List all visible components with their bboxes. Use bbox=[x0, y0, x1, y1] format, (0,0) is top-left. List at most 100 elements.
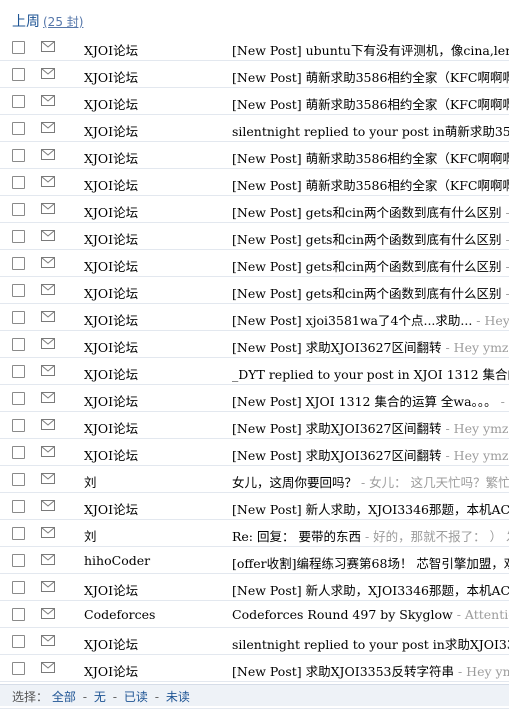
mail-sender[interactable]: XJOI论坛 bbox=[84, 661, 138, 680]
mail-row[interactable]: XJOI论坛[New Post] 求助XJOI3627区间翻转 - Hey ym… bbox=[0, 439, 509, 466]
mail-subject[interactable]: [New Post] gets和cin两个函数到底有什么区别 bbox=[232, 205, 502, 220]
mail-subject-cell[interactable]: [New Post] 求助XJOI3627区间翻转 - Hey ymz!Capt… bbox=[232, 337, 509, 356]
mail-subject-cell[interactable]: [New Post] xjoi3581wa了4个点...求助... - Hey … bbox=[232, 310, 509, 329]
mail-subject[interactable]: [New Post] gets和cin两个函数到底有什么区别 bbox=[232, 259, 502, 274]
mail-sender[interactable]: XJOI论坛 bbox=[84, 634, 138, 653]
select-none-link[interactable]: 无 bbox=[94, 690, 106, 704]
mail-row[interactable]: XJOI论坛 silentnight replied to your post i… bbox=[0, 115, 509, 142]
row-checkbox[interactable] bbox=[12, 419, 25, 432]
mail-subject-cell[interactable]: Codeforces Round 497 by Skyglow - Attent… bbox=[232, 607, 509, 622]
mail-row[interactable]: XJOI论坛 [New Post] 萌新求助3586相约全家（KFC啊啊啊）我的 bbox=[0, 169, 509, 196]
group-count[interactable]: (25 封) bbox=[43, 15, 83, 29]
mail-sender[interactable]: hihoCoder bbox=[84, 553, 150, 568]
row-checkbox[interactable] bbox=[12, 554, 25, 567]
mail-sender[interactable]: XJOI论坛 bbox=[84, 175, 138, 194]
mail-sender[interactable]: XJOI论坛 bbox=[84, 202, 138, 221]
mail-subject-cell[interactable]: Re: 回复： 要带的东西 - 好的，那就不报了： ） 发自 bbox=[232, 526, 509, 545]
row-checkbox[interactable] bbox=[12, 257, 25, 270]
select-read-link[interactable]: 已读 bbox=[124, 690, 148, 704]
mail-subject[interactable]: [New Post] gets和cin两个函数到底有什么区别 bbox=[232, 286, 502, 301]
mail-subject[interactable]: [offer收割]编程练习赛第68场！ 芯智引擎加盟，欢迎大 bbox=[232, 556, 509, 571]
mail-row[interactable]: XJOI论坛 [New Post] XJOI 1312 集合的运算 全wa。。。 … bbox=[0, 385, 509, 412]
select-unread-link[interactable]: 未读 bbox=[166, 690, 190, 704]
mail-row[interactable]: XJOI论坛 [New Post] 萌新求助3586相约全家（KFC啊啊啊）我的 bbox=[0, 142, 509, 169]
row-checkbox[interactable] bbox=[12, 122, 25, 135]
mail-subject[interactable]: Re: 回复： 要带的东西 bbox=[232, 529, 361, 544]
row-checkbox[interactable] bbox=[12, 230, 25, 243]
mail-row[interactable]: XJOI论坛 [New Post] 萌新求助3586相约全家（KFC啊啊啊）我的 bbox=[0, 88, 509, 115]
mail-subject-cell[interactable]: silentnight replied to your post in萌新求助3… bbox=[232, 121, 509, 140]
mail-row[interactable]: XJOI论坛 [New Post] 新人求助，XJOI3346那题，本机AC提交W bbox=[0, 574, 509, 601]
row-checkbox[interactable] bbox=[12, 311, 25, 324]
mail-row[interactable]: hihoCoder [offer收割]编程练习赛第68场！ 芯智引擎加盟，欢迎大 bbox=[0, 547, 509, 574]
mail-subject-cell[interactable]: _DYT replied to your post in XJOI 1312 集… bbox=[232, 364, 509, 383]
mail-sender[interactable]: XJOI论坛 bbox=[84, 580, 138, 599]
mail-sender[interactable]: XJOI论坛 bbox=[84, 229, 138, 248]
mail-subject[interactable]: [New Post] 求助XJOI3627区间翻转 bbox=[232, 421, 442, 436]
mail-sender[interactable]: XJOI论坛 bbox=[84, 148, 138, 167]
mail-sender[interactable]: XJOI论坛 bbox=[84, 121, 138, 140]
mail-subject-cell[interactable]: [New Post] gets和cin两个函数到底有什么区别 - Hey ym bbox=[232, 283, 509, 302]
mail-subject[interactable]: [New Post] gets和cin两个函数到底有什么区别 bbox=[232, 232, 502, 247]
mail-subject[interactable]: [New Post] ubuntu下有没有评测机，像cina,lemon那样 bbox=[232, 43, 509, 58]
mail-sender[interactable]: XJOI论坛 bbox=[84, 67, 138, 86]
mail-row[interactable]: CodeforcesCodeforces Round 497 by Skyglo… bbox=[0, 601, 509, 628]
mail-row[interactable]: XJOI论坛 [New Post] gets和cin两个函数到底有什么区别 - H… bbox=[0, 277, 509, 304]
mail-subject[interactable]: [New Post] 萌新求助3586相约全家（KFC啊啊啊）我的 bbox=[232, 178, 509, 193]
row-checkbox[interactable] bbox=[12, 500, 25, 513]
mail-sender[interactable]: XJOI论坛 bbox=[84, 310, 138, 329]
row-checkbox[interactable] bbox=[12, 581, 25, 594]
row-checkbox[interactable] bbox=[12, 176, 25, 189]
mail-row[interactable]: XJOI论坛[New Post] 新人求助，XJOI3346那题，本机AC提交W bbox=[0, 493, 509, 520]
mail-row[interactable]: XJOI论坛 [New Post] gets和cin两个函数到底有什么区别 - H… bbox=[0, 250, 509, 277]
mail-subject-cell[interactable]: [offer收割]编程练习赛第68场！ 芯智引擎加盟，欢迎大 bbox=[232, 553, 509, 572]
mail-subject-cell[interactable]: [New Post] gets和cin两个函数到底有什么区别 - Hey ym bbox=[232, 229, 509, 248]
mail-subject[interactable]: _DYT replied to your post in XJOI 1312 集… bbox=[232, 367, 509, 382]
mail-subject-cell[interactable]: [New Post] gets和cin两个函数到底有什么区别 - Hey ym bbox=[232, 202, 509, 221]
row-checkbox[interactable] bbox=[12, 365, 25, 378]
mail-row[interactable]: XJOI论坛 [New Post] gets和cin两个函数到底有什么区别 - H… bbox=[0, 223, 509, 250]
mail-subject-cell[interactable]: [New Post] 萌新求助3586相约全家（KFC啊啊啊）我的 bbox=[232, 175, 509, 194]
mail-row[interactable]: XJOI论坛silentnight replied to your post i… bbox=[0, 628, 509, 655]
mail-row[interactable]: XJOI论坛[New Post] 求助XJOI3353反转字符串 - Hey y… bbox=[0, 655, 509, 682]
row-checkbox[interactable] bbox=[12, 95, 25, 108]
mail-sender[interactable]: XJOI论坛 bbox=[84, 256, 138, 275]
mail-sender[interactable]: XJOI论坛 bbox=[84, 94, 138, 113]
mail-row[interactable]: XJOI论坛[New Post] 求助XJOI3627区间翻转 - Hey ym… bbox=[0, 412, 509, 439]
mail-subject[interactable]: silentnight replied to your post in萌新求助3… bbox=[232, 124, 509, 139]
mail-subject-cell[interactable]: 女儿，这周你要回吗？ - 女儿： 这几天忙吗？繁忙的 bbox=[232, 472, 509, 491]
mail-subject[interactable]: [New Post] 萌新求助3586相约全家（KFC啊啊啊）我的 bbox=[232, 151, 509, 166]
row-checkbox[interactable] bbox=[12, 635, 25, 648]
mail-row[interactable]: 刘Re: 回复： 要带的东西 - 好的，那就不报了： ） 发自 bbox=[0, 520, 509, 547]
select-all-link[interactable]: 全部 bbox=[52, 690, 76, 704]
mail-sender[interactable]: XJOI论坛 bbox=[84, 337, 138, 356]
row-checkbox[interactable] bbox=[12, 662, 25, 675]
mail-subject[interactable]: 女儿，这周你要回吗？ bbox=[232, 475, 357, 490]
mail-subject-cell[interactable]: [New Post] 萌新求助3586相约全家（KFC啊啊啊）我的 bbox=[232, 67, 509, 86]
mail-sender[interactable]: XJOI论坛 bbox=[84, 283, 138, 302]
row-checkbox[interactable] bbox=[12, 446, 25, 459]
mail-sender[interactable]: XJOI论坛 bbox=[84, 391, 138, 410]
mail-subject-cell[interactable]: [New Post] 新人求助，XJOI3346那题，本机AC提交W bbox=[232, 580, 509, 599]
mail-subject-cell[interactable]: [New Post] 萌新求助3586相约全家（KFC啊啊啊）我的 bbox=[232, 94, 509, 113]
row-checkbox[interactable] bbox=[12, 41, 25, 54]
mail-row[interactable]: XJOI论坛 [New Post] 求助XJOI3627区间翻转 - Hey ym… bbox=[0, 331, 509, 358]
mail-subject-cell[interactable]: [New Post] 求助XJOI3627区间翻转 - Hey ymz!KCAH… bbox=[232, 418, 509, 437]
row-checkbox[interactable] bbox=[12, 338, 25, 351]
row-checkbox[interactable] bbox=[12, 527, 25, 540]
mail-subject-cell[interactable]: [New Post] XJOI 1312 集合的运算 全wa。。。 - Hey … bbox=[232, 391, 509, 410]
mail-subject-cell[interactable]: [New Post] ubuntu下有没有评测机，像cina,lemon那样 bbox=[232, 40, 509, 59]
group-title[interactable]: 上周(25 封) bbox=[12, 11, 83, 31]
mail-subject[interactable]: [New Post] 新人求助，XJOI3346那题，本机AC提交W bbox=[232, 583, 509, 598]
mail-subject-cell[interactable]: [New Post] gets和cin两个函数到底有什么区别 - Hey ym bbox=[232, 256, 509, 275]
mail-row[interactable]: XJOI论坛 [New Post] gets和cin两个函数到底有什么区别 - H… bbox=[0, 196, 509, 223]
row-checkbox[interactable] bbox=[12, 608, 25, 621]
mail-subject[interactable]: [New Post] 求助XJOI3627区间翻转 bbox=[232, 448, 442, 463]
mail-subject[interactable]: [New Post] 求助XJOI3353反转字符串 bbox=[232, 664, 454, 679]
mail-subject[interactable]: [New Post] 新人求助，XJOI3346那题，本机AC提交W bbox=[232, 502, 509, 517]
mail-subject[interactable]: [New Post] xjoi3581wa了4个点...求助... bbox=[232, 313, 472, 328]
mail-row[interactable]: XJOI论坛 [New Post] 萌新求助3586相约全家（KFC啊啊啊）我的 bbox=[0, 61, 509, 88]
mail-subject-cell[interactable]: [New Post] 求助XJOI3627区间翻转 - Hey ymz!slzx… bbox=[232, 445, 509, 464]
mail-row[interactable]: XJOI论坛_DYT replied to your post in XJOI … bbox=[0, 358, 509, 385]
mail-subject[interactable]: [New Post] 求助XJOI3627区间翻转 bbox=[232, 340, 442, 355]
